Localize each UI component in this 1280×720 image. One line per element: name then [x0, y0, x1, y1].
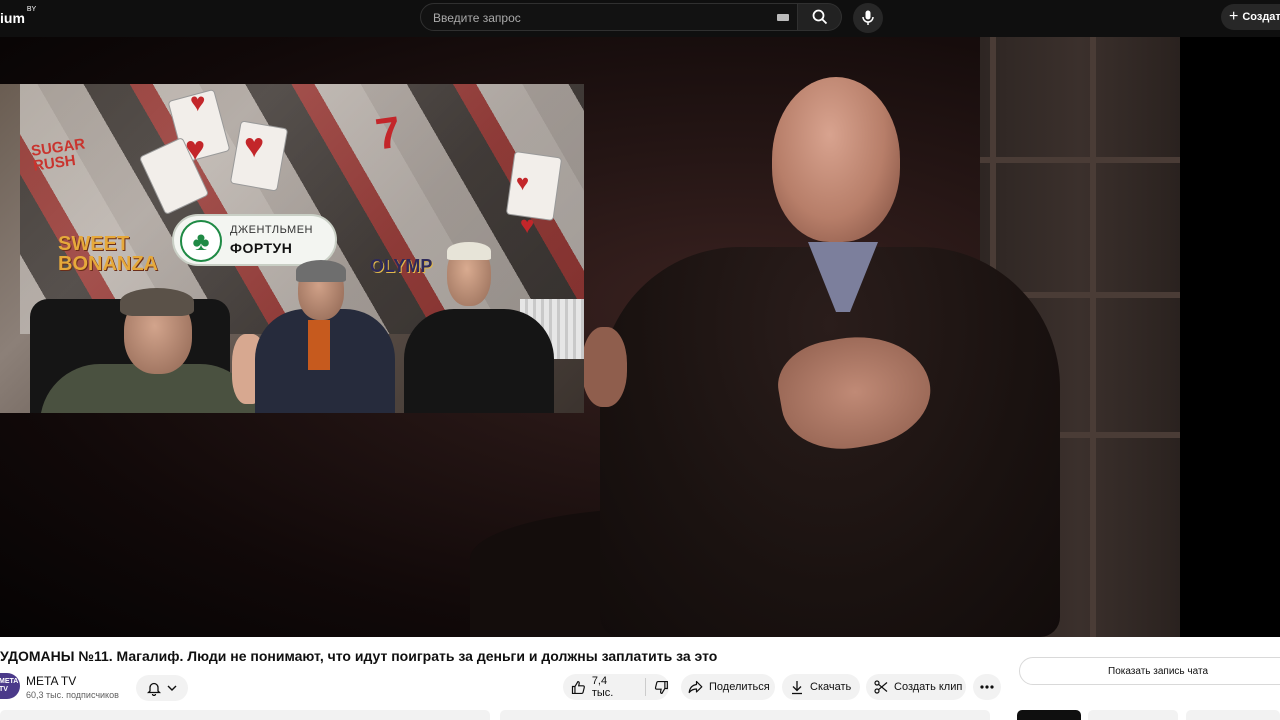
chip[interactable] [1088, 710, 1178, 720]
plus-icon: + [1229, 8, 1239, 25]
wall-text-sweet-bonanza: SWEET BONANZA [58, 233, 158, 275]
like-divider [645, 678, 647, 696]
like-count[interactable]: 7,4 тыс. [592, 675, 631, 699]
create-label: Создать [1242, 11, 1280, 23]
chip[interactable] [1186, 710, 1280, 720]
search-input[interactable] [433, 9, 763, 27]
notifications-button[interactable] [136, 675, 188, 701]
voice-search-button[interactable] [853, 3, 883, 33]
share-icon [688, 680, 703, 694]
bell-icon [147, 682, 161, 696]
search-button[interactable] [798, 3, 842, 31]
download-button[interactable]: Скачать [782, 674, 860, 700]
like-icon[interactable] [571, 680, 586, 695]
subscriber-count: 60,3 тыс. подписчиков [26, 690, 119, 700]
download-icon [792, 680, 802, 694]
logo-text: ium [0, 10, 25, 26]
top-bar: iumBY + Создать [0, 0, 1280, 37]
speaker-head [772, 77, 900, 242]
more-actions-button[interactable] [973, 674, 1001, 700]
search-box [420, 3, 798, 31]
logo-region: BY [26, 6, 37, 13]
wall-text-olymp: OLYMP [370, 256, 433, 276]
video-info: УДОМАНЫ №11. Магалиф. Люди не понимают, … [0, 637, 1280, 720]
download-label: Скачать [810, 681, 852, 693]
show-chat-replay-button[interactable]: Показать запись чата [1019, 657, 1280, 685]
video-player[interactable]: ♥ ♥ ♥ ♥ ♥ SUGAR RUSH SWEET BONANZA OLYMP… [0, 37, 1280, 637]
clover-icon: ♣ [180, 220, 222, 262]
channel-name[interactable]: META TV [26, 674, 76, 688]
chevron-down-icon [167, 685, 177, 691]
create-clip-button[interactable]: Создать клип [866, 674, 966, 700]
chip-bar-partial [0, 710, 490, 720]
gentleman-fortune-badge: ♣ ДЖЕНТЛЬМЕН ФОРТУН [172, 214, 337, 266]
share-button[interactable]: Поделиться [681, 674, 775, 700]
more-horizontal-icon [980, 685, 994, 689]
search-icon [812, 9, 827, 25]
video-title: УДОМАНЫ №11. Магалиф. Люди не понимают, … [0, 648, 718, 664]
stream-person-right [404, 309, 554, 413]
chip-active[interactable] [1017, 710, 1081, 720]
show-chat-replay-label: Показать запись чата [1108, 665, 1209, 677]
channel-avatar[interactable]: META TV [0, 673, 20, 699]
dislike-icon[interactable] [654, 680, 669, 695]
chip-bar-partial-2 [500, 710, 990, 720]
scissors-icon [874, 680, 888, 694]
logo[interactable]: iumBY [0, 6, 36, 26]
speaker-hand-raised [582, 327, 627, 407]
badge-line2: ФОРТУН [230, 240, 293, 256]
badge-line1: ДЖЕНТЛЬМЕН [230, 224, 314, 236]
microphone-icon [862, 10, 874, 25]
keyboard-icon[interactable] [777, 14, 789, 21]
like-dislike-bar: 7,4 тыс. [563, 674, 669, 700]
stream-inset: ♥ ♥ ♥ ♥ ♥ SUGAR RUSH SWEET BONANZA OLYMP… [0, 84, 584, 413]
share-label: Поделиться [709, 681, 770, 693]
create-button[interactable]: + Создать [1221, 4, 1280, 30]
create-clip-label: Создать клип [894, 681, 963, 693]
